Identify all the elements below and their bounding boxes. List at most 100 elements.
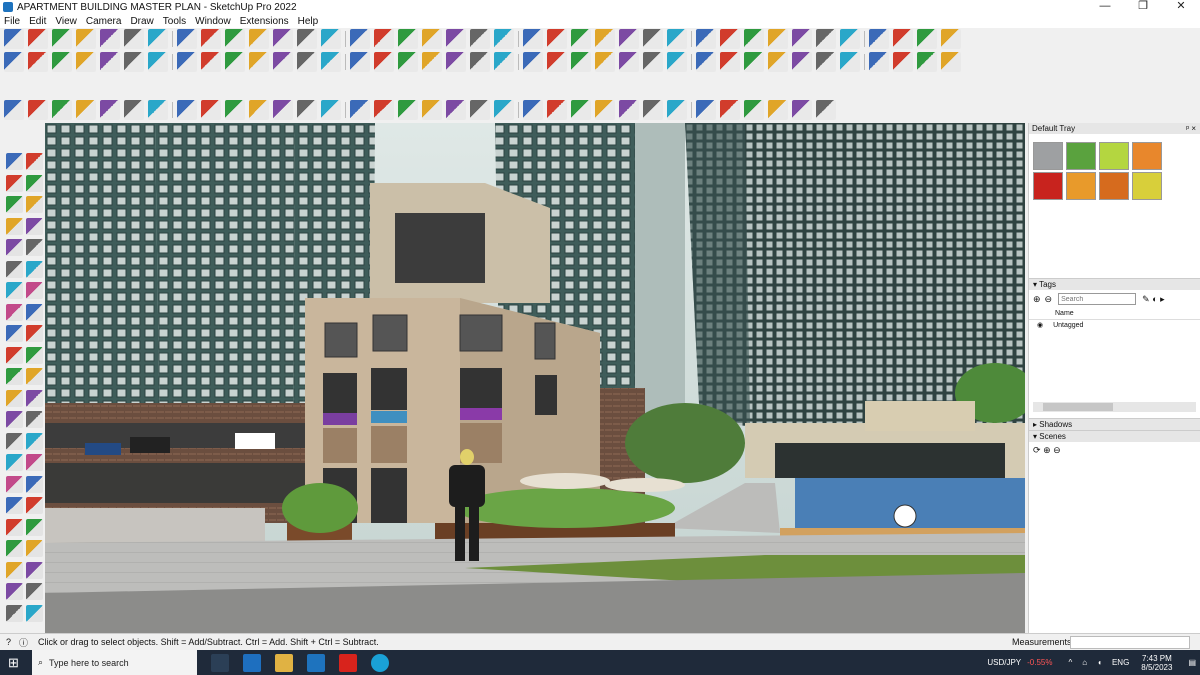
tool-button-icon[interactable] [792, 100, 812, 120]
info-icon[interactable]: ⓘ [19, 636, 28, 649]
tool-button-icon[interactable] [4, 29, 24, 49]
add-tag-icon[interactable]: ⊕ [1033, 294, 1041, 305]
acrobat-icon[interactable] [339, 653, 357, 672]
tool-button-icon[interactable] [893, 52, 913, 72]
tool-button-icon[interactable] [422, 100, 442, 120]
tool-button-icon[interactable] [201, 29, 221, 49]
material-swatch[interactable] [1099, 172, 1129, 200]
material-swatch[interactable] [1033, 142, 1063, 170]
tool-button-icon[interactable] [523, 52, 543, 72]
tool-button-icon[interactable] [571, 52, 591, 72]
material-swatch[interactable] [1033, 172, 1063, 200]
remove-tag-icon[interactable]: ⊖ [1045, 294, 1053, 305]
shadows-section-header[interactable]: ▸ Shadows [1029, 418, 1200, 430]
left-tool-icon[interactable] [26, 540, 43, 557]
left-tool-icon[interactable] [6, 411, 23, 428]
menu-window[interactable]: Window [195, 16, 231, 27]
tool-button-icon[interactable] [869, 52, 889, 72]
edge-icon[interactable] [371, 653, 389, 672]
model-viewport[interactable] [45, 123, 1025, 633]
tool-button-icon[interactable] [816, 29, 836, 49]
tool-button-icon[interactable] [547, 100, 567, 120]
tool-button-icon[interactable] [619, 100, 639, 120]
tool-button-icon[interactable] [869, 29, 889, 49]
tool-button-icon[interactable] [643, 100, 663, 120]
menu-tools[interactable]: Tools [163, 16, 186, 27]
tool-button-icon[interactable] [225, 52, 245, 72]
tool-button-icon[interactable] [321, 100, 341, 120]
tool-button-icon[interactable] [28, 52, 48, 72]
left-tool-icon[interactable] [6, 303, 23, 321]
left-tool-icon[interactable] [26, 368, 43, 385]
tool-button-icon[interactable] [744, 100, 764, 120]
tool-button-icon[interactable] [177, 100, 197, 120]
ticker-change[interactable]: -0.55% [1027, 658, 1052, 667]
left-tool-icon[interactable] [26, 454, 43, 471]
tags-search-input[interactable] [1058, 293, 1137, 305]
tool-button-icon[interactable] [470, 29, 490, 49]
tool-button-icon[interactable] [696, 29, 716, 49]
left-tool-icon[interactable] [6, 196, 23, 213]
left-tool-icon[interactable] [6, 497, 23, 514]
tool-button-icon[interactable] [816, 52, 836, 72]
tool-button-icon[interactable] [422, 29, 442, 49]
tool-button-icon[interactable] [124, 100, 144, 120]
tool-button-icon[interactable] [470, 100, 490, 120]
tool-button-icon[interactable] [28, 100, 48, 120]
left-tool-icon[interactable] [26, 174, 43, 192]
measurements-field[interactable] [1070, 635, 1190, 649]
ticker-label[interactable]: USD/JPY [987, 658, 1021, 667]
tool-button-icon[interactable] [148, 29, 168, 49]
task-view-icon[interactable] [211, 653, 229, 672]
tool-button-icon[interactable] [523, 29, 543, 49]
tool-button-icon[interactable] [696, 100, 716, 120]
calculator-app-icon[interactable] [243, 653, 261, 672]
tool-button-icon[interactable] [321, 29, 341, 49]
tool-button-icon[interactable] [667, 100, 687, 120]
tool-button-icon[interactable] [225, 100, 245, 120]
tool-button-icon[interactable] [840, 52, 860, 72]
menu-view[interactable]: View [55, 16, 77, 27]
tool-button-icon[interactable] [177, 29, 197, 49]
tool-button-icon[interactable] [446, 52, 466, 72]
tool-button-icon[interactable] [398, 29, 418, 49]
tool-button-icon[interactable] [374, 100, 394, 120]
tool-button-icon[interactable] [768, 100, 788, 120]
left-tool-icon[interactable] [6, 454, 23, 471]
tool-button-icon[interactable] [201, 52, 221, 72]
tool-button-icon[interactable] [124, 52, 144, 72]
tool-button-icon[interactable] [494, 29, 514, 49]
left-tool-icon[interactable] [26, 346, 43, 364]
left-tool-icon[interactable] [26, 389, 43, 407]
menu-edit[interactable]: Edit [29, 16, 46, 27]
tool-button-icon[interactable] [744, 52, 764, 72]
tray-pin-close[interactable]: ᵖ × [1186, 123, 1196, 134]
clock[interactable]: 7:43 PM 8/5/2023 [1141, 654, 1172, 672]
language-indicator[interactable]: ENG [1112, 658, 1129, 667]
left-tool-icon[interactable] [6, 518, 23, 536]
left-tool-icon[interactable] [26, 196, 43, 213]
tool-button-icon[interactable] [273, 100, 293, 120]
tool-button-icon[interactable] [225, 29, 245, 49]
tool-button-icon[interactable] [571, 100, 591, 120]
taskbar-search[interactable]: ⌕ Type here to search [32, 650, 197, 675]
left-tool-icon[interactable] [26, 518, 43, 536]
tool-button-icon[interactable] [667, 52, 687, 72]
tool-button-icon[interactable] [124, 29, 144, 49]
left-tool-icon[interactable] [26, 432, 43, 450]
minimize-button[interactable]: — [1086, 0, 1124, 14]
tags-hscroll[interactable] [1033, 402, 1196, 412]
tool-button-icon[interactable] [696, 52, 716, 72]
tool-button-icon[interactable] [768, 52, 788, 72]
remove-scene-icon[interactable]: ⊖ [1053, 445, 1061, 455]
tool-button-icon[interactable] [571, 29, 591, 49]
tool-button-icon[interactable] [720, 52, 740, 72]
tool-button-icon[interactable] [249, 29, 269, 49]
file-explorer-icon[interactable] [275, 653, 293, 672]
tool-button-icon[interactable] [321, 52, 341, 72]
tool-button-icon[interactable] [917, 52, 937, 72]
left-tool-icon[interactable] [6, 325, 23, 342]
menu-draw[interactable]: Draw [130, 16, 153, 27]
left-tool-icon[interactable] [26, 239, 43, 256]
tool-button-icon[interactable] [941, 52, 961, 72]
